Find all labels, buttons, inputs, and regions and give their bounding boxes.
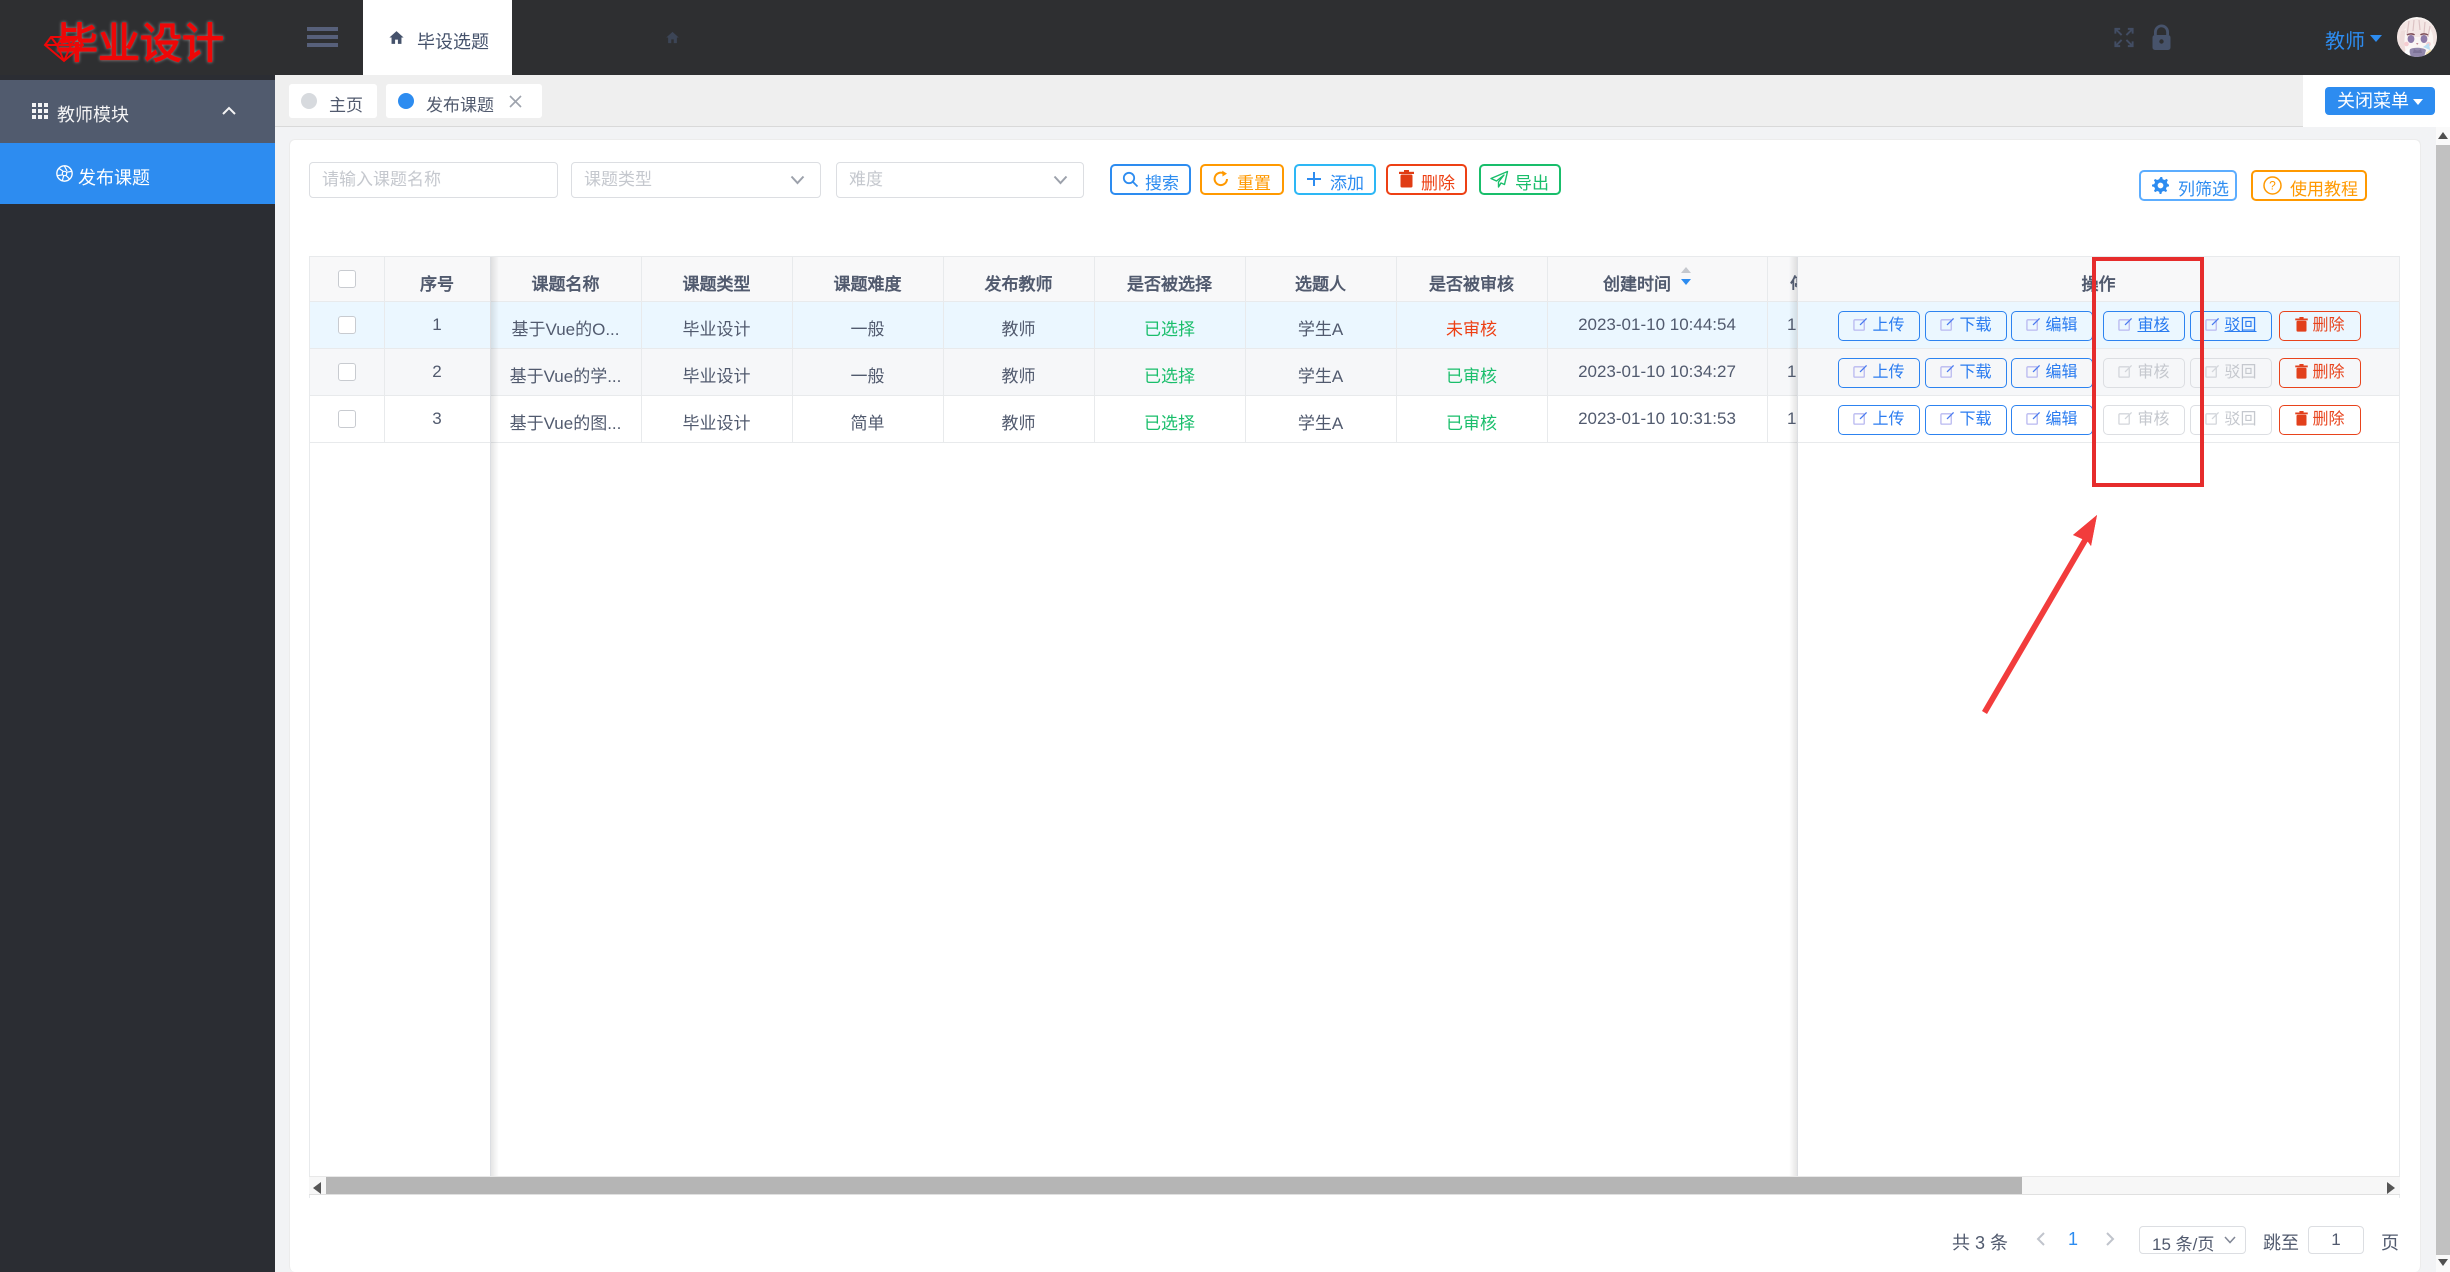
svg-text:?: ? (2269, 179, 2276, 193)
